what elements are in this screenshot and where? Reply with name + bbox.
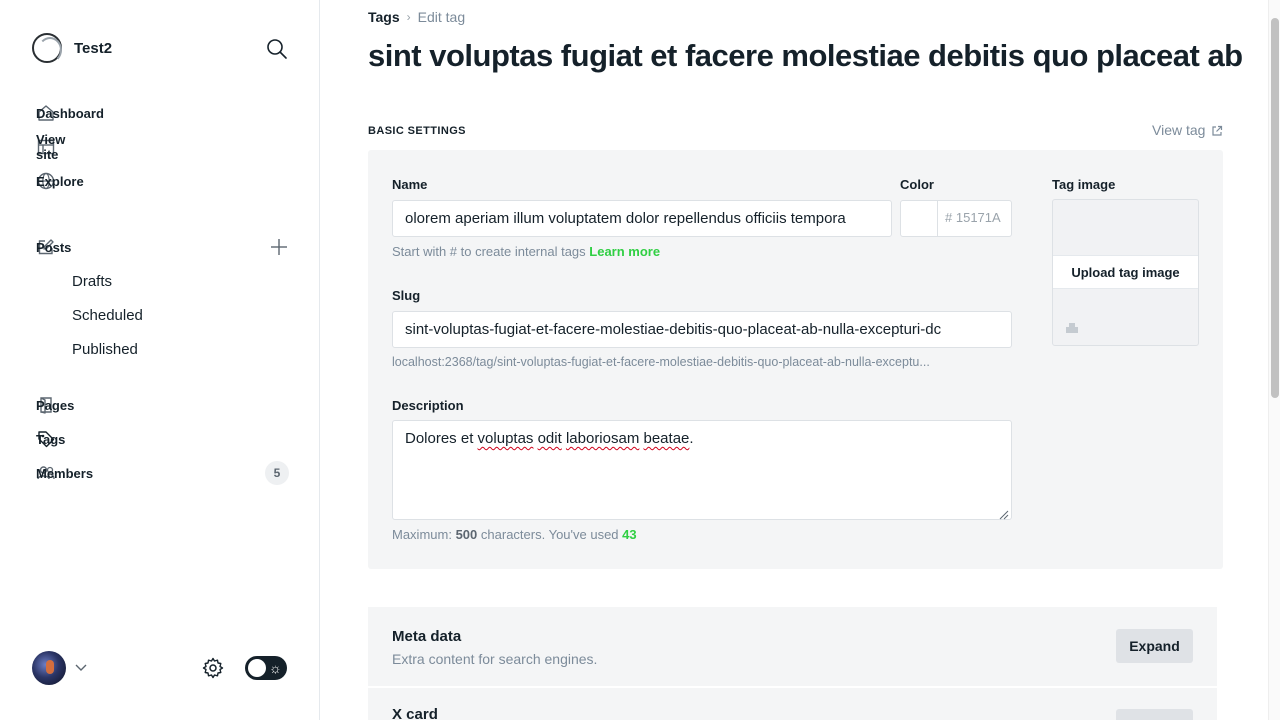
site-brand[interactable]: Test2 xyxy=(32,33,112,63)
nav-item-members[interactable]: Members xyxy=(36,461,93,485)
meta-data-subtitle: Extra content for search engines. xyxy=(392,651,598,667)
nav-item-scheduled[interactable]: Scheduled xyxy=(72,303,143,327)
meta-data-card: Meta data Extra content for search engin… xyxy=(368,607,1217,686)
meta-data-title: Meta data xyxy=(392,628,462,645)
scrollbar-thumb[interactable] xyxy=(1271,18,1279,398)
members-count-badge: 5 xyxy=(265,461,289,485)
dark-mode-toggle[interactable]: ☼ xyxy=(245,656,287,680)
breadcrumb-tags-link[interactable]: Tags xyxy=(368,9,400,25)
description-textarea[interactable]: Dolores et voluptas odit laboriosam beat… xyxy=(392,420,1012,520)
chevron-right-icon: › xyxy=(406,10,411,24)
scrollbar[interactable] xyxy=(1268,0,1280,720)
color-label: Color xyxy=(900,177,934,192)
char-prefix: Maximum: xyxy=(392,527,452,542)
nav-label-view-site: View site xyxy=(36,132,66,162)
nav-item-drafts[interactable]: Drafts xyxy=(72,269,112,293)
x-card-card: X card xyxy=(368,688,1217,720)
description-word-spell: voluptas xyxy=(477,430,534,447)
color-swatch[interactable] xyxy=(901,201,938,236)
x-card-expand-button[interactable] xyxy=(1116,709,1193,720)
nav-item-posts[interactable]: Posts xyxy=(36,235,72,259)
character-count: Maximum: 500 characters. You've used 43 xyxy=(392,527,637,542)
breadcrumb-current: Edit tag xyxy=(417,9,466,25)
char-used: 43 xyxy=(622,527,637,542)
slug-url-preview: localhost:2368/tag/sint-voluptas-fugiat-… xyxy=(392,355,930,369)
name-label: Name xyxy=(392,177,428,192)
new-post-plus-icon[interactable] xyxy=(268,236,290,258)
sun-icon: ☼ xyxy=(269,660,282,676)
nav-item-dashboard[interactable]: Dashboard xyxy=(36,101,104,125)
external-link-icon xyxy=(1211,124,1223,136)
color-input[interactable]: # 15171A xyxy=(900,200,1012,237)
site-name: Test2 xyxy=(74,39,113,57)
nav-item-tags[interactable]: Tags xyxy=(36,427,72,451)
name-input-value: olorem aperiam illum voluptatem dolor re… xyxy=(405,210,846,227)
basic-settings-panel: Name olorem aperiam illum voluptatem dol… xyxy=(368,150,1223,569)
settings-gear-icon[interactable] xyxy=(201,656,225,680)
description-word: . xyxy=(689,430,694,447)
image-placeholder-icon xyxy=(1065,320,1079,334)
page-title: sint voluptas fugiat et facere molestiae… xyxy=(368,38,1243,73)
description-word-spell: beatae xyxy=(643,430,690,447)
nav-item-explore[interactable]: Explore xyxy=(36,169,84,193)
description-label: Description xyxy=(392,398,464,413)
site-logo-icon xyxy=(32,33,62,63)
slug-label: Slug xyxy=(392,288,421,303)
tag-image-dropzone[interactable]: Upload tag image xyxy=(1052,199,1199,346)
color-hex-value: 15171A xyxy=(955,210,1001,225)
name-hint: Start with # to create internal tags Lea… xyxy=(392,244,660,259)
meta-data-expand-button[interactable]: Expand xyxy=(1116,629,1193,663)
nav-item-pages[interactable]: Pages xyxy=(36,393,75,417)
char-middle: characters. You've used xyxy=(480,527,619,542)
basic-settings-heading: BASIC SETTINGS xyxy=(368,125,466,137)
tag-image-label: Tag image xyxy=(1052,177,1116,192)
x-card-title: X card xyxy=(392,706,438,720)
view-tag-label: View tag xyxy=(1152,122,1206,138)
slug-input-value: sint-voluptas-fugiat-et-facere-molestiae… xyxy=(405,321,942,338)
upload-tag-image-button[interactable]: Upload tag image xyxy=(1053,255,1198,289)
description-word: Dolores et xyxy=(405,430,478,447)
nav-label-explore: Explore xyxy=(36,173,84,189)
learn-more-link[interactable]: Learn more xyxy=(589,244,660,259)
view-tag-link[interactable]: View tag xyxy=(1152,122,1223,138)
nav-item-view-site[interactable]: View site xyxy=(36,132,72,162)
main-content: Tags › Edit tag sint voluptas fugiat et … xyxy=(320,0,1268,720)
name-hint-text: Start with # to create internal tags xyxy=(392,244,586,259)
chevron-down-icon[interactable] xyxy=(74,660,88,674)
user-avatar[interactable] xyxy=(32,651,66,685)
search-icon[interactable] xyxy=(264,36,290,62)
description-word-spell: laboriosam xyxy=(565,430,640,447)
nav-label-members: Members xyxy=(36,465,94,481)
nav-label-pages: Pages xyxy=(36,397,75,413)
nav-label-dashboard: Dashboard xyxy=(36,105,104,121)
name-input[interactable]: olorem aperiam illum voluptatem dolor re… xyxy=(392,200,892,237)
color-hash-symbol: # xyxy=(945,210,953,225)
nav-label-tags: Tags xyxy=(36,431,66,447)
sidebar: Test2 Dashboard View site Explore Posts … xyxy=(0,0,320,720)
nav-label-posts: Posts xyxy=(36,239,72,255)
breadcrumb: Tags › Edit tag xyxy=(368,9,465,25)
slug-input[interactable]: sint-voluptas-fugiat-et-facere-molestiae… xyxy=(392,311,1012,348)
color-hex-field[interactable]: # 15171A xyxy=(945,210,1001,225)
resize-handle-icon[interactable] xyxy=(999,507,1009,520)
toggle-knob xyxy=(248,659,266,677)
description-word-spell: odit xyxy=(537,430,562,447)
char-max: 500 xyxy=(455,527,478,542)
nav-item-published[interactable]: Published xyxy=(72,337,138,361)
